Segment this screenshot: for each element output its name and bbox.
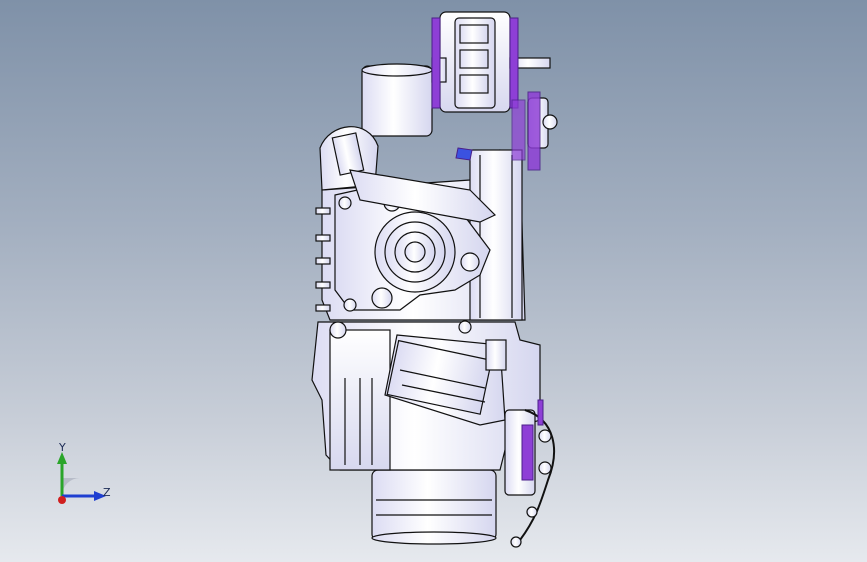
graphics-viewport[interactable]: Y Z xyxy=(0,0,867,562)
z-axis-label: Z xyxy=(103,486,111,499)
intake-tube-lower xyxy=(371,469,497,541)
x-axis-icon xyxy=(58,496,66,504)
engine-assembly-icon[interactable] xyxy=(0,0,867,562)
y-axis-label: Y xyxy=(59,441,66,454)
